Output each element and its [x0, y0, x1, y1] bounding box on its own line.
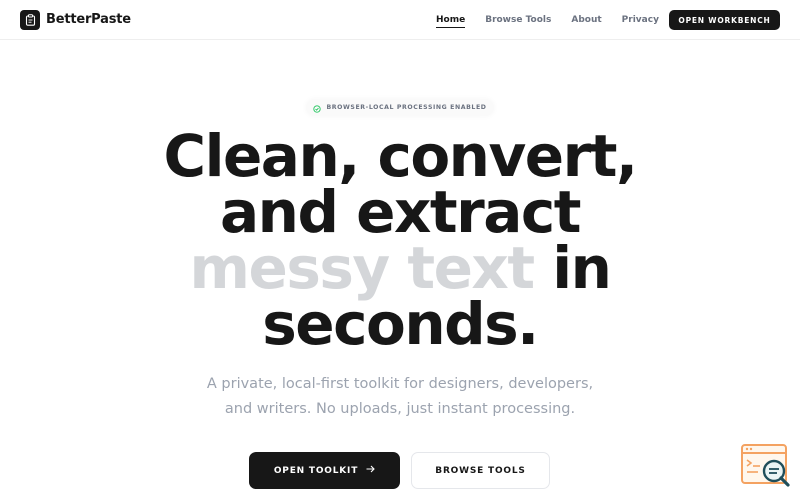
main-nav: Home Browse Tools About Privacy	[436, 0, 679, 40]
hero-subtitle: A private, local-first toolkit for desig…	[150, 372, 650, 422]
hero-title-line-4: seconds.	[262, 290, 539, 358]
circle-check-icon	[313, 98, 322, 117]
nav-about-link[interactable]: About	[571, 15, 601, 25]
hero-subtitle-line-1: A private, local-first toolkit for desig…	[206, 376, 594, 392]
clipboard-icon	[20, 9, 40, 30]
arrow-right-icon	[366, 465, 375, 476]
brand-name: BetterPaste	[46, 12, 131, 27]
hero-title: Clean, convert, and extract messy text i…	[0, 127, 800, 353]
open-toolkit-label: OPEN TOOLKIT	[273, 465, 359, 476]
status-badge: BROWSER-LOCAL PROCESSING ENABLED	[306, 99, 494, 116]
top-navbar: BetterPaste Home Browse Tools About Priv…	[0, 0, 800, 40]
hero-title-in: in	[533, 234, 612, 302]
nav-privacy-link[interactable]: Privacy	[622, 15, 659, 25]
nav-browse-tools-link[interactable]: Browse Tools	[485, 15, 551, 25]
open-toolkit-button[interactable]: OPEN TOOLKIT	[249, 452, 400, 489]
help-search-icon	[741, 444, 790, 487]
help-search-widget[interactable]	[740, 443, 792, 490]
hero-subtitle-line-2: and writers. No uploads, just instant pr…	[224, 401, 576, 417]
nav-home-link[interactable]: Home	[436, 15, 466, 28]
brand[interactable]: BetterPaste	[20, 9, 131, 30]
browse-tools-button[interactable]: BROWSE TOOLS	[411, 452, 550, 489]
open-workbench-button[interactable]: OPEN WORKBENCH	[669, 10, 780, 30]
badge-text: BROWSER-LOCAL PROCESSING ENABLED	[326, 104, 487, 111]
